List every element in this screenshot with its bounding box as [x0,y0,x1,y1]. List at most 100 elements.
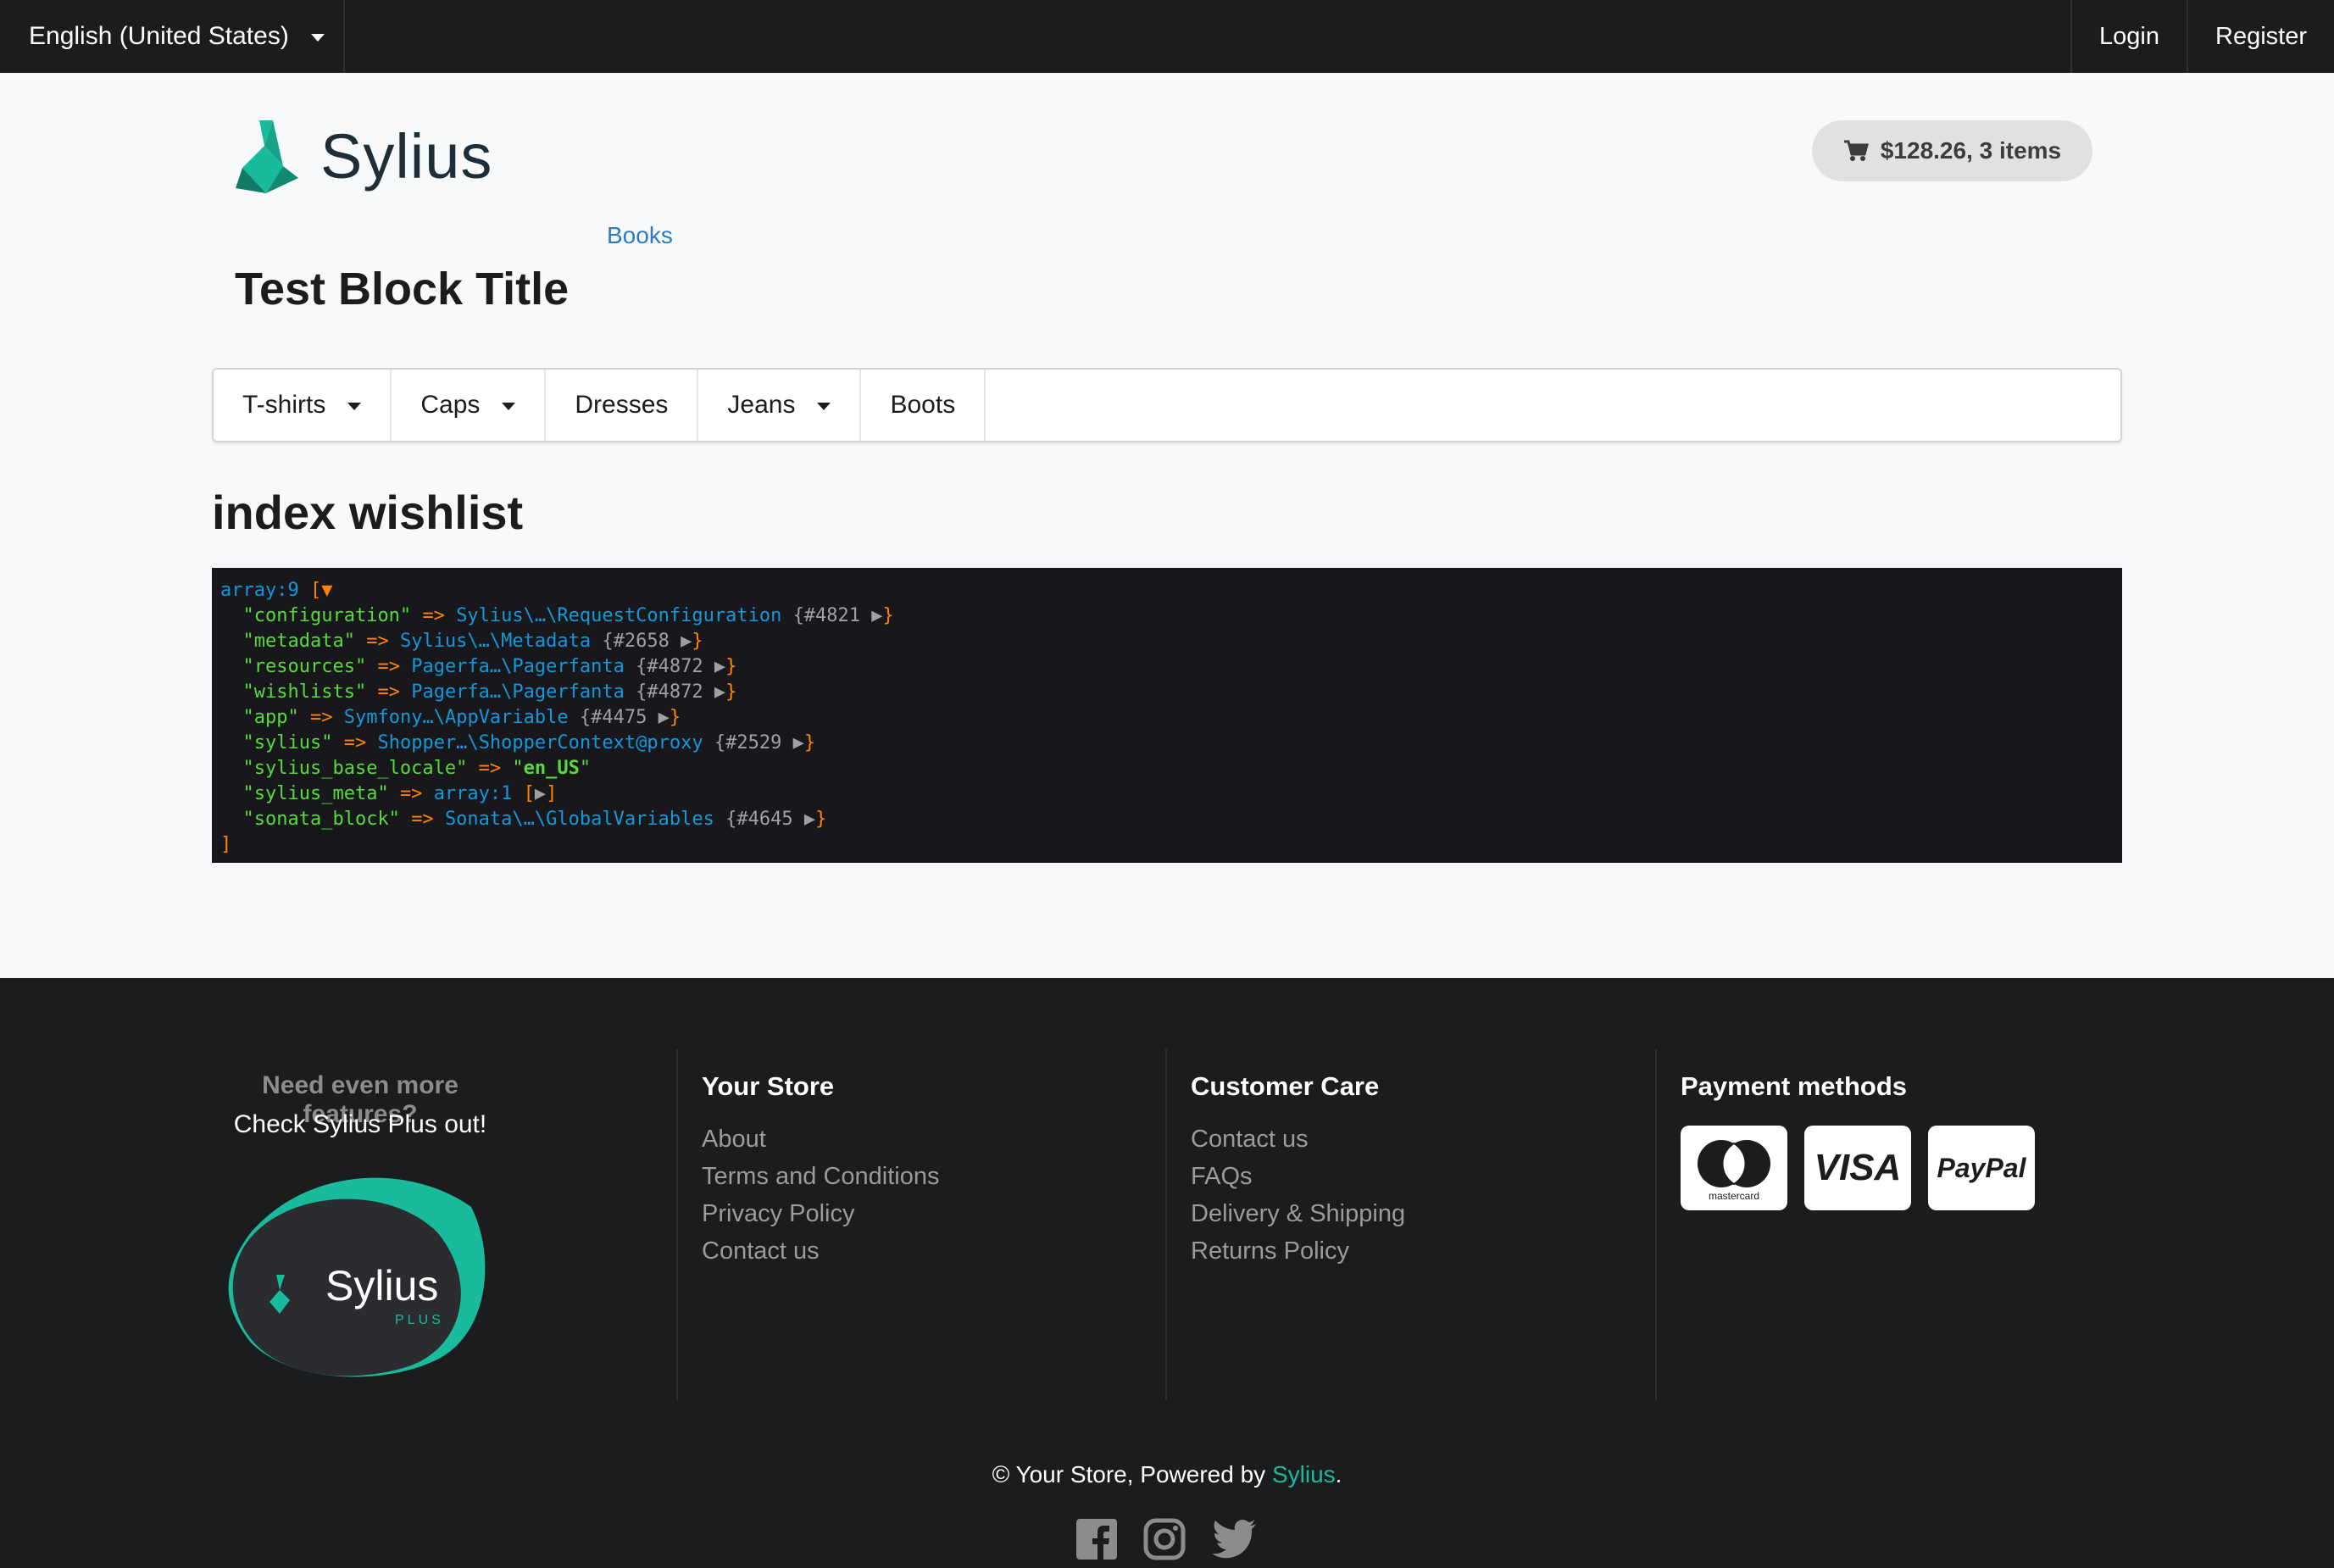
plus-logo-text: Sylius [325,1262,438,1309]
login-link[interactable]: Login [2070,0,2187,73]
dump-ref: {#4872 [636,656,703,677]
dump-row[interactable]: "app" => Symfony…\AppVariable {#4475 ▶} [220,705,2114,731]
block-title: Test Block Title [235,264,570,314]
footer-link-contact-us[interactable]: Contact us [1191,1126,1654,1153]
visa-icon: VISA [1804,1126,1911,1210]
dump-row[interactable]: "configuration" => Sylius\…\RequestConfi… [220,603,2114,629]
chevron-down-icon [347,402,362,410]
dump-key: "sylius" [242,732,333,753]
menu-item-dresses[interactable]: Dresses [546,370,699,441]
dump-class: GlobalVariables [546,809,714,830]
register-link[interactable]: Register [2187,0,2334,73]
menu-item-label: Jeans [727,391,796,419]
footer-payment: Payment methods mastercard VISA PayPal [1655,1049,2130,1400]
dump-row[interactable]: "sonata_block" => Sonata\…\GlobalVariabl… [220,807,2114,832]
dump-namespace: Sylius\…\ [399,631,502,652]
sylius-swan-icon [236,120,298,193]
dump-ref: {#4645 [725,809,793,830]
dump-expand-toggle[interactable]: [▼ [310,580,333,601]
dump-row[interactable]: "metadata" => Sylius\…\Metadata {#2658 ▶… [220,629,2114,654]
twitter-icon[interactable] [1210,1517,1258,1561]
dump-array-header: array:9 [220,580,299,601]
copyright-text: © Your Store, Powered by [992,1461,1272,1487]
books-link[interactable]: Books [607,222,673,249]
dump-value: en_US [523,758,580,779]
language-selector[interactable]: English (United States) [0,0,345,73]
mastercard-icon: mastercard [1681,1126,1787,1210]
dump-header-line[interactable]: array:9 [▼ [220,578,2114,603]
dump-key: "wishlists" [242,681,367,703]
menu-item-label: Dresses [575,391,669,419]
dump-namespace: Pagerfa…\ [411,656,513,677]
dump-ref: {#4872 [636,681,703,703]
footer-link-terms[interactable]: Terms and Conditions [702,1163,1164,1190]
expand-arrow-icon[interactable]: ▶ [871,605,882,626]
dump-key: "sylius_base_locale" [242,758,468,779]
expand-arrow-icon[interactable]: ▶ [714,656,725,677]
footer-customer-care: Customer Care Contact us FAQs Delivery &… [1165,1049,1654,1400]
menu-item-label: Boots [890,391,956,419]
expand-arrow-icon[interactable]: ▶ [714,681,725,703]
expand-arrow-icon[interactable]: ▶ [535,783,546,804]
facebook-icon[interactable] [1075,1517,1119,1561]
dump-key: "configuration" [242,605,412,626]
dump-class: AppVariable [444,707,569,728]
dump-array-size: array:1 [433,783,513,804]
chevron-down-icon [817,402,831,410]
dump-key: "sonata_block" [242,809,400,830]
sylius-plus-logo[interactable]: Sylius PLUS [217,1173,505,1398]
menu-item-jeans[interactable]: Jeans [698,370,862,441]
footer-link-faqs[interactable]: FAQs [1191,1163,1654,1190]
paypal-label: PayPal [1937,1152,2026,1183]
footer: Need even more features? Check Sylius Pl… [0,978,2334,1568]
footer-link-about[interactable]: About [702,1126,1164,1153]
chevron-down-icon [310,33,325,42]
expand-arrow-icon[interactable]: ▶ [804,809,815,830]
footer-heading: Payment methods [1681,1071,1908,1101]
dump-row[interactable]: "sylius" => Shopper…\ShopperContext@prox… [220,731,2114,756]
dump-class: ShopperContext@proxy [478,732,703,753]
cart-button[interactable]: $128.26, 3 items [1812,120,2092,181]
instagram-icon[interactable] [1142,1517,1186,1561]
plus-logo-sub: PLUS [395,1313,444,1327]
menu-item-boots[interactable]: Boots [861,370,986,441]
dump-row[interactable]: "resources" => Pagerfa…\Pagerfanta {#487… [220,654,2114,680]
expand-arrow-icon[interactable]: ▶ [681,631,692,652]
social-links [1075,1517,1258,1561]
var-dump-panel: array:9 [▼ "configuration" => Sylius\…\R… [212,568,2122,863]
dump-key: "sylius_meta" [242,783,389,804]
footer-heading: Customer Care [1191,1071,1380,1101]
mastercard-label: mastercard [1709,1190,1759,1202]
dump-namespace: Pagerfa…\ [411,681,513,703]
dump-class: Pagerfanta [512,681,625,703]
menu-item-caps[interactable]: Caps [392,370,547,441]
footer-link-contact[interactable]: Contact us [702,1237,1164,1265]
sylius-logo[interactable]: Sylius [234,117,492,195]
copyright-suffix: . [1335,1461,1342,1487]
cart-icon [1843,140,1869,161]
dump-key: "app" [242,707,299,728]
dump-ref: {#2658 [602,631,670,652]
sylius-link[interactable]: Sylius [1272,1461,1336,1487]
expand-arrow-icon[interactable]: ▶ [659,707,670,728]
promo-link[interactable]: Check Sylius Plus out! [212,1110,508,1139]
dump-row[interactable]: "wishlists" => Pagerfa…\Pagerfanta {#487… [220,680,2114,705]
footer-link-returns[interactable]: Returns Policy [1191,1237,1654,1265]
menu-item-tshirts[interactable]: T-shirts [214,370,392,441]
footer-link-delivery[interactable]: Delivery & Shipping [1191,1200,1654,1227]
expand-arrow-icon[interactable]: ▶ [793,732,804,753]
cart-summary: $128.26, 3 items [1880,137,2062,164]
dump-ref: {#4821 [792,605,861,626]
copyright: © Your Store, Powered by Sylius. [0,1461,2334,1488]
paypal-icon: PayPal [1928,1126,2035,1210]
chevron-down-icon [502,402,516,410]
dump-row: "sylius_base_locale" => "en_US" [242,758,592,779]
dump-namespace: Shopper…\ [377,732,479,753]
dump-key: "metadata" [242,631,355,652]
footer-heading: Your Store [702,1071,835,1101]
page-title: index wishlist [212,486,524,539]
dump-row[interactable]: "sylius_meta" => array:1 [▶] [220,781,2114,807]
dump-namespace: Sonata\…\ [444,809,547,830]
footer-link-privacy[interactable]: Privacy Policy [702,1200,1164,1227]
dump-namespace: Symfony…\ [343,707,445,728]
